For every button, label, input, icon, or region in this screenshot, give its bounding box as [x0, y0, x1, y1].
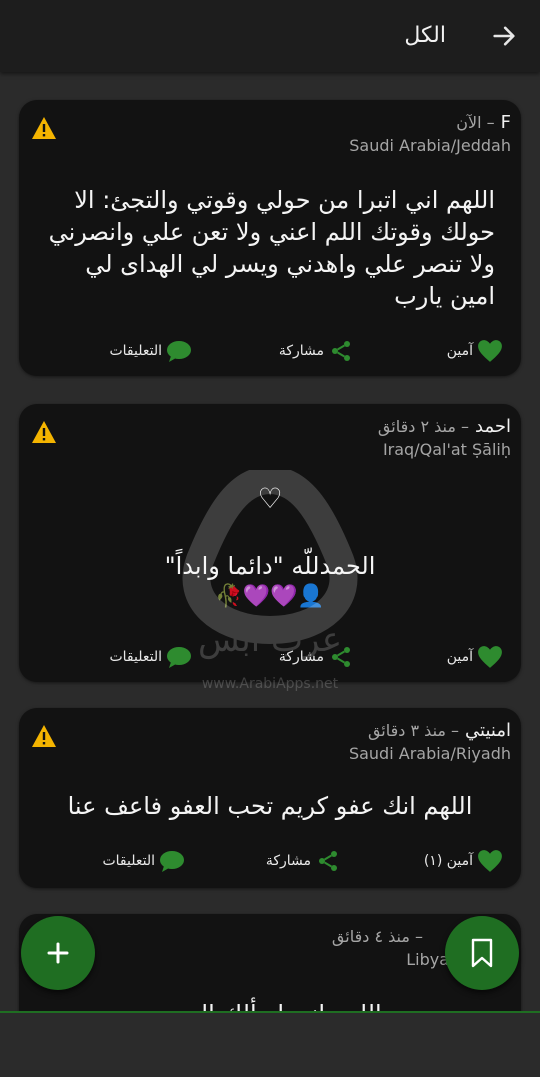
amen-label: آمين — [446, 343, 473, 359]
post-card[interactable]: F – الآن Saudi Arabia/Jeddah اللهم اني ا… — [19, 100, 521, 376]
post-heart-symbol: ♡ — [257, 482, 283, 515]
post-text: اللهم انك عفو كريم تحب العفو فاعف عنا — [67, 792, 473, 820]
share-label: مشاركة — [278, 343, 324, 359]
warning-icon — [32, 117, 56, 139]
post-header: F – الآن — [29, 110, 511, 134]
post-time: – منذ ٣ دقائق — [367, 720, 460, 740]
post-actions: آمين (١) مشاركة التعليقات — [19, 846, 521, 876]
page-title: الكل — [404, 23, 446, 48]
post-header: احمد – منذ ٢ دقائق — [29, 414, 511, 438]
plus-icon — [47, 942, 69, 964]
comment-icon — [159, 848, 185, 874]
bookmark-icon — [471, 938, 493, 968]
amen-button[interactable]: آمين — [447, 642, 503, 672]
amen-label: آمين — [446, 649, 473, 665]
share-icon — [328, 338, 354, 364]
add-post-button[interactable] — [21, 916, 95, 990]
share-icon — [328, 644, 354, 670]
amen-button[interactable]: آمين (١) — [424, 846, 503, 876]
comments-label: التعليقات — [109, 649, 162, 665]
post-card[interactable]: امنيتي – منذ ٣ دقائق Saudi Arabia/Riyadh… — [19, 708, 521, 888]
comment-icon — [166, 644, 192, 670]
comments-button[interactable]: التعليقات — [109, 336, 192, 366]
share-button[interactable]: مشاركة — [279, 336, 354, 366]
post-text: اللهم اني اتبرا من حولي وقوتي والتجئ: ال… — [48, 186, 495, 310]
post-time: – الآن — [456, 112, 495, 132]
heart-icon — [477, 338, 503, 364]
post-location: Libya — [406, 950, 449, 969]
post-time: – منذ ٢ دقائق — [377, 416, 470, 436]
share-button[interactable]: مشاركة — [266, 846, 341, 876]
post-emoji: 👤💜💜🥀 — [215, 584, 325, 609]
post-author: امنيتي — [465, 719, 511, 741]
comments-button[interactable]: التعليقات — [102, 846, 185, 876]
post-text: الحمدللّه "دائما وابداً" — [164, 552, 376, 580]
arrow-right-icon — [493, 26, 515, 46]
post-location: Saudi Arabia/Riyadh — [348, 744, 511, 763]
share-icon — [315, 848, 341, 874]
heart-icon — [477, 644, 503, 670]
back-button[interactable] — [488, 20, 520, 52]
warning-icon — [32, 421, 56, 443]
post-author: F — [500, 111, 511, 133]
post-location: Iraq/Qal'at Ṣāliḥ — [382, 440, 511, 459]
amen-button[interactable]: آمين — [447, 336, 503, 366]
post-card[interactable]: احمد – منذ ٢ دقائق Iraq/Qal'at Ṣāliḥ ♡ ا… — [19, 404, 521, 682]
comment-icon — [166, 338, 192, 364]
share-label: مشاركة — [265, 853, 311, 869]
bottom-bar — [0, 1013, 540, 1077]
report-button[interactable] — [31, 116, 57, 140]
report-button[interactable] — [31, 420, 57, 444]
warning-icon — [32, 725, 56, 747]
app-bar: الكل — [0, 0, 540, 72]
comments-label: التعليقات — [102, 853, 155, 869]
share-button[interactable]: مشاركة — [279, 642, 354, 672]
comments-button[interactable]: التعليقات — [109, 642, 192, 672]
bookmark-button[interactable] — [445, 916, 519, 990]
post-location: Saudi Arabia/Jeddah — [349, 136, 511, 155]
post-actions: آمين مشاركة التعليقات — [19, 336, 521, 366]
amen-label: آمين (١) — [423, 853, 473, 869]
report-button[interactable] — [31, 724, 57, 748]
post-actions: آمين مشاركة التعليقات — [19, 642, 521, 672]
comments-label: التعليقات — [109, 343, 162, 359]
heart-icon — [477, 848, 503, 874]
post-time: – منذ ٤ دقائق — [331, 926, 423, 946]
post-author: احمد — [475, 415, 511, 437]
post-header: امنيتي – منذ ٣ دقائق — [29, 718, 511, 742]
share-label: مشاركة — [278, 649, 324, 665]
